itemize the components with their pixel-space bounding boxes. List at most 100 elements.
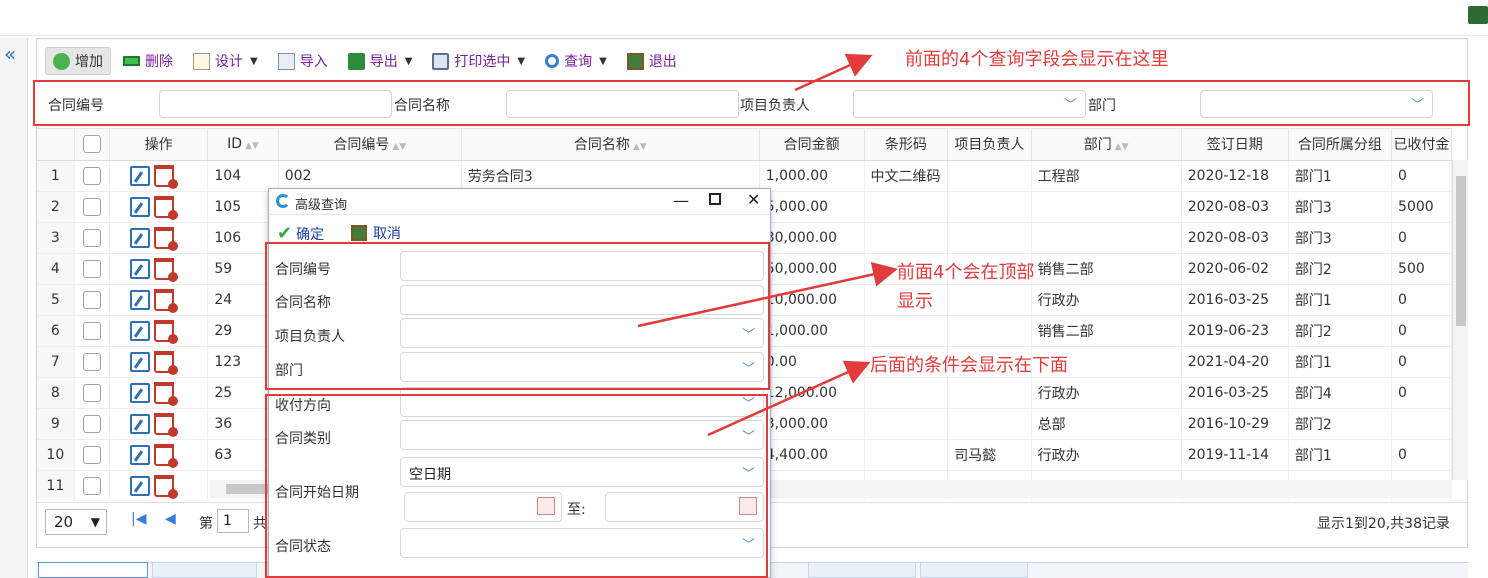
close-icon[interactable]: ✕ [747,190,760,209]
edit-icon[interactable] [129,196,150,217]
delete-trash-icon[interactable] [153,257,178,282]
row-number: 11 [37,470,75,500]
row-checkbox[interactable] [74,408,110,440]
header-amount[interactable]: 合同金额 [759,129,865,161]
design-button[interactable]: 设计 ▼ [185,47,266,75]
header-manager[interactable]: 项目负责人 [947,129,1032,161]
delete-trash-icon[interactable] [153,474,178,499]
row-checkbox[interactable] [74,470,110,500]
import-button[interactable]: 导入 [270,47,336,75]
bottom-tab[interactable] [920,562,1028,578]
double-chevron-left-icon[interactable]: « [4,44,16,64]
table-row[interactable]: 1 104 002 劳务合同3 1,000.00 中文二维码 工程部 2020-12-18 部门… [37,160,1452,192]
magnifier-icon [545,54,560,68]
header-contract-no[interactable]: 合同编号 ▲▼ [278,129,462,161]
cell-paid: 0 [1391,160,1452,192]
row-checkbox[interactable] [74,346,110,378]
delete-trash-icon[interactable] [153,226,178,251]
edit-icon[interactable] [129,320,150,341]
minimize-icon[interactable]: — [673,191,689,210]
page-summary: 显示1到20,共38记录 [1317,516,1450,532]
page-number-input[interactable]: 1 [217,509,249,533]
delete-trash-icon[interactable] [153,164,178,189]
chevron-down-icon[interactable]: ﹀ [1064,94,1077,113]
caret-down-icon[interactable]: ▼ [405,56,413,67]
dialog-titlebar: 高级查询 — ✕ [269,189,770,215]
sidebar-expand[interactable]: « [0,38,28,578]
row-checkbox[interactable] [74,284,110,316]
delete-trash-icon[interactable] [153,350,178,375]
header-sign-date[interactable]: 签订日期 [1181,129,1289,161]
select-all-checkbox[interactable] [74,129,110,161]
add-button[interactable]: 增加 [45,47,111,75]
row-checkbox[interactable] [74,315,110,347]
edit-icon[interactable] [129,475,150,496]
export-button[interactable]: 导出 ▼ [340,47,421,75]
sort-icon[interactable]: ▲▼ [1115,142,1129,152]
header-dept[interactable]: 部门 ▲▼ [1031,129,1182,161]
row-actions [109,346,209,378]
contract-no-input[interactable] [159,90,392,118]
header-group[interactable]: 合同所属分组 [1288,129,1393,161]
prev-page-icon[interactable]: ◀ [165,511,176,527]
header-barcode[interactable]: 条形码 [864,129,949,161]
row-number: 10 [37,439,75,471]
sort-icon[interactable]: ▲▼ [392,142,406,152]
cell-amount: 1,000.00 [759,160,865,192]
maximize-icon[interactable] [709,193,721,205]
first-page-icon[interactable]: |◀ [131,511,146,527]
dept-select[interactable]: ﹀ [1200,90,1433,118]
chevron-down-icon[interactable]: ▼ [91,510,100,534]
bottom-tab[interactable] [152,562,257,578]
row-checkbox[interactable] [74,191,110,223]
cell-no: 002 [278,160,462,192]
manager-select[interactable]: ﹀ [853,90,1086,118]
edit-icon[interactable] [129,165,150,186]
scroll-thumb[interactable] [1456,176,1466,326]
row-actions [109,439,209,471]
confirm-button[interactable]: ✔ 确定 [277,223,324,244]
delete-trash-icon[interactable] [153,443,178,468]
delete-trash-icon[interactable] [153,381,178,406]
exit-button[interactable]: 退出 [619,47,685,75]
delete-trash-icon[interactable] [153,412,178,437]
row-actions [109,191,209,223]
chevron-down-icon[interactable]: ﹀ [1411,94,1424,113]
edit-icon[interactable] [129,413,150,434]
vertical-scrollbar[interactable] [1452,160,1468,480]
query-button[interactable]: 查询 ▼ [537,47,615,75]
row-actions [109,284,209,316]
cell-amount: 1,000.00 [759,315,865,347]
bottom-tab[interactable] [808,562,916,578]
row-checkbox[interactable] [74,439,110,471]
delete-trash-icon[interactable] [153,319,178,344]
row-actions [109,470,209,500]
edit-icon[interactable] [129,382,150,403]
edit-icon[interactable] [129,351,150,372]
delete-button[interactable]: 删除 [115,47,181,75]
sort-icon[interactable]: ▲▼ [245,141,259,151]
page-size-select[interactable]: 20 ▼ [45,509,107,535]
sort-icon[interactable]: ▲▼ [633,142,647,152]
edit-icon[interactable] [129,227,150,248]
contract-name-input[interactable] [506,90,739,118]
caret-down-icon[interactable]: ▼ [250,56,258,67]
caret-down-icon[interactable]: ▼ [517,56,525,67]
row-checkbox[interactable] [74,222,110,254]
delete-trash-icon[interactable] [153,195,178,220]
app-corner-icon[interactable] [1468,6,1488,24]
row-checkbox[interactable] [74,160,110,192]
cancel-button[interactable]: 取消 [351,223,401,243]
print-selected-button[interactable]: 打印选中 ▼ [424,47,533,75]
header-id[interactable]: ID ▲▼ [207,129,279,161]
row-checkbox[interactable] [74,253,110,285]
row-checkbox[interactable] [74,377,110,409]
edit-icon[interactable] [129,289,150,310]
delete-trash-icon[interactable] [153,288,178,313]
bottom-tab-active[interactable] [38,562,148,578]
header-contract-name[interactable]: 合同名称 ▲▼ [461,129,760,161]
caret-down-icon[interactable]: ▼ [599,56,607,67]
header-paid[interactable]: 已收付金 [1391,129,1452,161]
edit-icon[interactable] [129,258,150,279]
edit-icon[interactable] [129,444,150,465]
